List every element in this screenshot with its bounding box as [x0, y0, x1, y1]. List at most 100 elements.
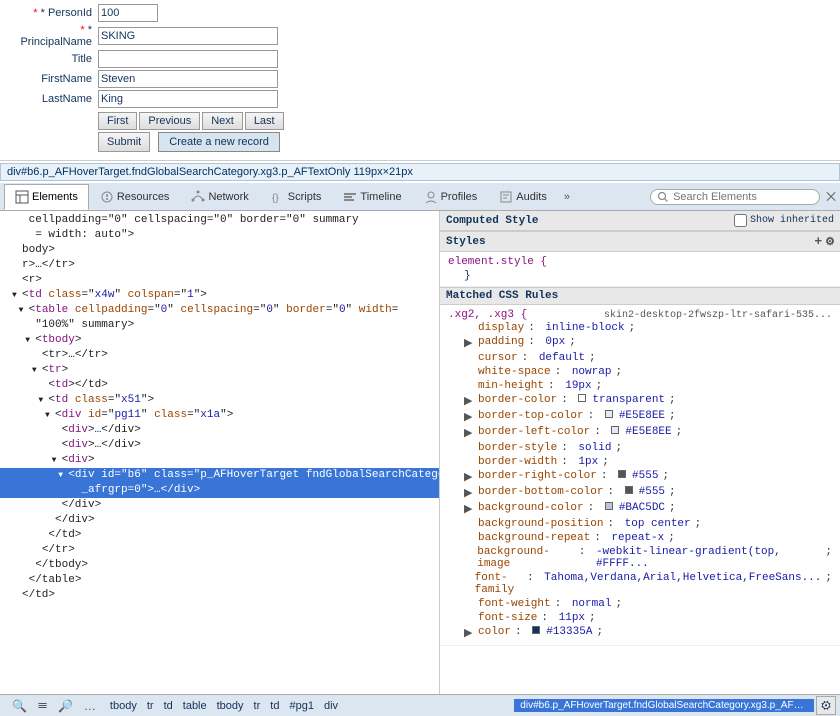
html-line: </div>	[0, 513, 439, 528]
css-prop-backgroundposition: background-position: top center;	[448, 517, 832, 531]
show-inherited-checkbox[interactable]	[734, 214, 747, 227]
css-prop-borderstyle: border-style: solid;	[448, 441, 832, 455]
html-line: <div>…</div>	[0, 438, 439, 453]
html-line-highlighted-2: _afrgrp=0">…</div>	[0, 483, 439, 498]
create-record-button[interactable]: Create a new record	[158, 132, 280, 152]
css-prop-minheight: min-height: 19px;	[448, 379, 832, 393]
inspect-icon[interactable]: 🔍	[8, 698, 31, 714]
timeline-icon	[343, 190, 357, 204]
breadcrumb-td[interactable]: td	[160, 699, 177, 713]
tab-resources[interactable]: Resources	[89, 184, 181, 210]
html-line: </tr>	[0, 543, 439, 558]
html-line: <tr>…</tr>	[0, 348, 439, 363]
audits-icon	[499, 190, 513, 204]
breadcrumb-pg1[interactable]: #pg1	[285, 699, 317, 713]
principalname-label: * PrincipalName	[8, 24, 98, 48]
firstname-row: FirstName	[8, 70, 832, 88]
css-prop-padding: ▶padding: 0px;	[448, 335, 832, 351]
html-line: </table>	[0, 573, 439, 588]
breadcrumb-td2[interactable]: td	[266, 699, 283, 713]
tab-timeline[interactable]: Timeline	[332, 184, 412, 210]
css-source: skin2-desktop-2fwszp-ltr-safari-535...	[604, 310, 832, 321]
breadcrumb-table[interactable]: table	[179, 699, 211, 713]
css-prop-bordertopcolor: ▶border-top-color: #E5E8EE;	[448, 409, 832, 425]
element-style-close: }	[448, 270, 832, 282]
ellipsis-icon[interactable]: …	[80, 698, 100, 714]
html-line: body>	[0, 243, 439, 258]
html-panel[interactable]: cellpadding="0" cellspacing="0" border="…	[0, 211, 440, 694]
css-rule-block: .xg2, .xg3 { skin2-desktop-2fwszp-ltr-sa…	[440, 305, 840, 646]
nav-buttons: First Previous Next Last	[8, 112, 832, 130]
element-style-block: element.style { }	[440, 252, 840, 287]
computed-style-title: Computed Style	[446, 215, 538, 227]
title-row: Title	[8, 50, 832, 68]
element-style-selector: element.style {	[448, 256, 832, 268]
tab-scripts[interactable]: {} Scripts	[260, 184, 333, 210]
color-swatch-555	[618, 470, 626, 478]
last-button[interactable]: Last	[245, 112, 284, 130]
css-prop-borderrightcolor: ▶border-right-color: #555;	[448, 469, 832, 485]
css-prop-backgroundcolor: ▶background-color: #BAC5DC;	[448, 501, 832, 517]
firstname-input[interactable]	[98, 70, 278, 88]
html-line: <r>	[0, 273, 439, 288]
breadcrumb-tr2[interactable]: tr	[250, 699, 265, 713]
breadcrumb-tbody[interactable]: tbody	[106, 699, 141, 713]
submit-button[interactable]: Submit	[98, 132, 150, 152]
color-swatch-e5e8ee2	[611, 426, 619, 434]
html-line: </td>	[0, 528, 439, 543]
title-input[interactable]	[98, 50, 278, 68]
css-prop-bordercolor: ▶border-color: transparent;	[448, 393, 832, 409]
lastname-label: LastName	[8, 93, 98, 105]
search-bottom-icon[interactable]: 🔎	[54, 698, 77, 714]
html-line: </div>	[0, 498, 439, 513]
close-button[interactable]: ✕	[826, 189, 836, 205]
devtools-content: cellpadding="0" cellspacing="0" border="…	[0, 211, 840, 694]
tab-network[interactable]: Network	[180, 184, 259, 210]
css-prop-fontweight: font-weight: normal;	[448, 597, 832, 611]
lastname-input[interactable]	[98, 90, 278, 108]
breadcrumb-tr[interactable]: tr	[143, 699, 158, 713]
css-prop-borderbottomcolor: ▶border-bottom-color: #555;	[448, 485, 832, 501]
css-prop-backgroundrepeat: background-repeat: repeat-x;	[448, 531, 832, 545]
bottom-gear-icon[interactable]: ⚙	[816, 696, 836, 715]
next-button[interactable]: Next	[202, 112, 243, 130]
tab-profiles[interactable]: Profiles	[413, 184, 489, 210]
gear-icon[interactable]: ⚙	[826, 234, 834, 249]
html-line: <tr>	[0, 363, 439, 378]
search-input[interactable]	[673, 191, 813, 203]
bottom-icons: 🔍 ☰ 🔎 …	[4, 695, 104, 716]
color-swatch-e5e8ee	[605, 410, 613, 418]
first-button[interactable]: First	[98, 112, 137, 130]
styles-title: Styles	[446, 236, 486, 248]
html-line: <div>…</div>	[0, 423, 439, 438]
color-swatch-transparent	[578, 394, 586, 402]
tab-elements[interactable]: Elements	[4, 184, 89, 210]
html-line: <td class="x51">	[0, 393, 439, 408]
html-line: <td></td>	[0, 378, 439, 393]
personid-input[interactable]	[98, 4, 158, 22]
css-prop-cursor: cursor: default;	[448, 351, 832, 365]
list-icon[interactable]: ☰	[34, 697, 51, 714]
personid-row: * PersonId	[8, 4, 832, 22]
search-bar	[650, 189, 820, 205]
tab-more[interactable]: »	[558, 187, 576, 207]
html-line-highlighted[interactable]: <div id="b6" class="p_AFHoverTarget fndG…	[0, 468, 439, 483]
breadcrumb-div[interactable]: div	[320, 699, 342, 713]
principalname-input[interactable]	[98, 27, 278, 45]
html-line: <tbody>	[0, 333, 439, 348]
bottom-selector: div#b6.p_AFHoverTarget.fndGlobalSearchCa…	[514, 699, 814, 712]
elements-icon	[15, 190, 29, 204]
css-prop-display: display: inline-block;	[448, 321, 832, 335]
add-rule-icon[interactable]: +	[814, 234, 822, 249]
breadcrumb-tbody2[interactable]: tbody	[213, 699, 248, 713]
bottom-right: div#b6.p_AFHoverTarget.fndGlobalSearchCa…	[514, 696, 836, 715]
css-selector: .xg2, .xg3 {	[448, 309, 527, 321]
tab-audits[interactable]: Audits	[488, 184, 558, 210]
html-line: </td>	[0, 588, 439, 603]
scripts-icon: {}	[271, 190, 285, 204]
css-prop-color: ▶color: #13335A;	[448, 625, 832, 641]
previous-button[interactable]: Previous	[139, 112, 200, 130]
css-selector-line: .xg2, .xg3 { skin2-desktop-2fwszp-ltr-sa…	[448, 309, 832, 321]
html-line: cellpadding="0" cellspacing="0" border="…	[0, 213, 439, 228]
svg-text:{}: {}	[272, 193, 279, 204]
